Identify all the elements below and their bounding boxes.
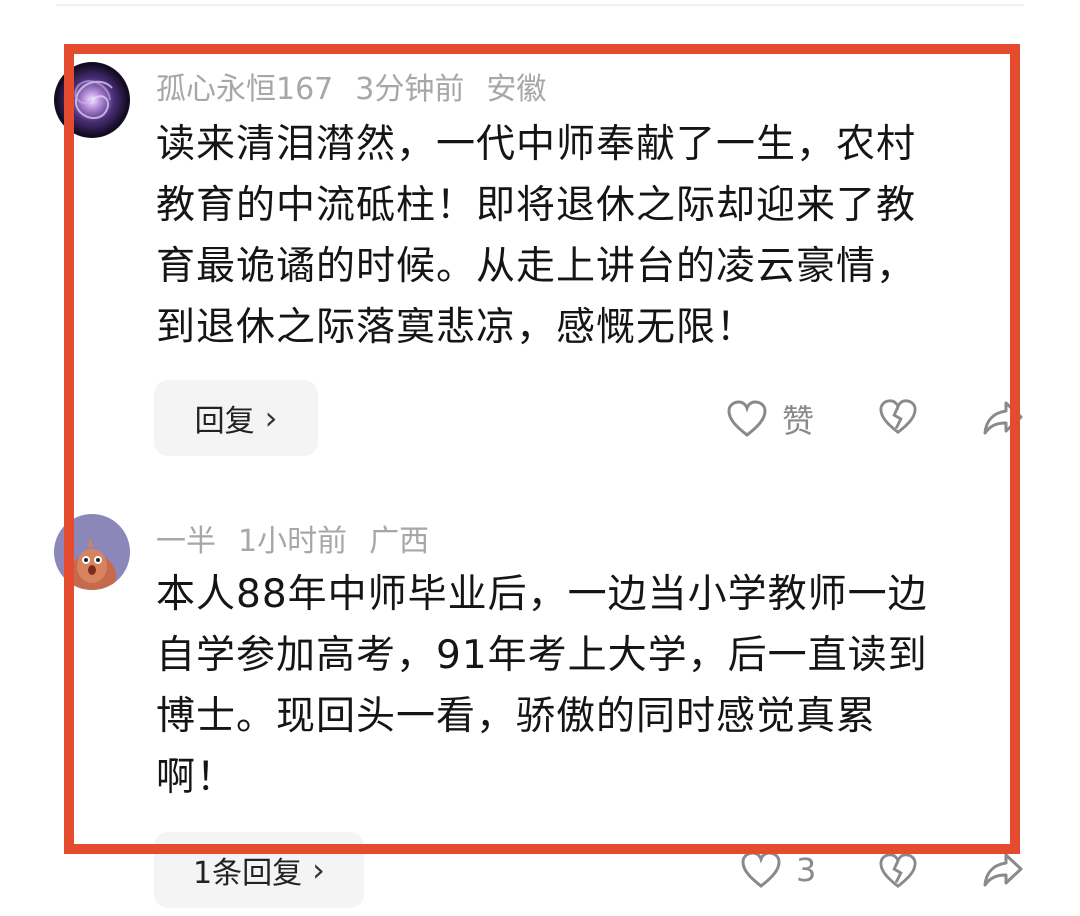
share-icon — [983, 853, 1023, 887]
dislike-button[interactable] — [878, 852, 918, 890]
like-button[interactable]: 3 — [740, 850, 816, 890]
heart-icon — [741, 851, 781, 888]
chevron-right-icon: › — [312, 851, 325, 889]
share-button[interactable] — [982, 852, 1024, 888]
reply-count-label: 1条回复 — [193, 856, 303, 891]
like-count: 3 — [796, 851, 817, 889]
highlight-box — [64, 44, 1020, 854]
top-divider — [56, 4, 1024, 6]
broken-heart-icon — [879, 853, 917, 888]
